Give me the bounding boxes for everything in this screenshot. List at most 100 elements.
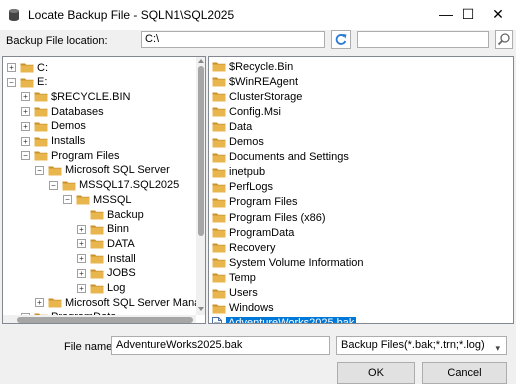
- list-item-label: Users: [229, 287, 258, 299]
- list-item[interactable]: AdventureWorks2025.bak: [212, 317, 357, 323]
- scroll-thumb[interactable]: [17, 317, 193, 323]
- tree-item[interactable]: − MSSQL17.SQL2025: [49, 179, 179, 192]
- folder-icon: [90, 210, 104, 220]
- refresh-button[interactable]: [331, 30, 351, 49]
- location-input[interactable]: C:\: [141, 31, 325, 48]
- list-item[interactable]: inetpub: [212, 166, 265, 179]
- list-item[interactable]: PerfLogs: [212, 181, 273, 194]
- folder-icon: [34, 137, 48, 146]
- tree-vertical-scrollbar[interactable]: [196, 57, 205, 315]
- folder-icon: [48, 298, 62, 308]
- list-item-label: Data: [229, 120, 253, 133]
- tree-item[interactable]: − Microsoft SQL Server: [35, 164, 170, 177]
- tree-item[interactable]: + Installs: [21, 135, 85, 148]
- tree-item[interactable]: + C:: [7, 61, 48, 74]
- list-item[interactable]: $WinREAgent: [212, 75, 298, 88]
- tree-item[interactable]: + Demos: [21, 120, 86, 133]
- folder-tree[interactable]: + C: − E: + $RECYCLE.BIN + Databases + Demos + Inst…: [2, 56, 206, 324]
- expand-icon[interactable]: +: [21, 136, 30, 146]
- tree-item[interactable]: + Install: [77, 252, 136, 265]
- list-item[interactable]: Users: [212, 287, 258, 300]
- expand-icon[interactable]: +: [77, 254, 86, 264]
- scroll-down-icon[interactable]: [198, 307, 204, 311]
- file-name-input[interactable]: AdventureWorks2025.bak: [111, 336, 330, 355]
- expand-icon[interactable]: +: [21, 121, 30, 131]
- collapse-icon[interactable]: −: [63, 195, 72, 205]
- collapse-icon[interactable]: −: [21, 151, 30, 161]
- ok-button[interactable]: OK: [337, 362, 415, 384]
- tree-item-label: Microsoft SQL Server Managem: [65, 296, 205, 309]
- folder-icon: [212, 107, 226, 117]
- cancel-button[interactable]: Cancel: [422, 362, 507, 384]
- collapse-icon[interactable]: −: [49, 180, 58, 190]
- list-item[interactable]: Documents and Settings: [212, 151, 349, 164]
- tree-horizontal-scrollbar[interactable]: [3, 315, 196, 323]
- expand-icon[interactable]: +: [7, 63, 16, 72]
- list-item[interactable]: ProgramData: [212, 226, 294, 239]
- window-title: Locate Backup File - SQLN1\SQL2025: [28, 8, 235, 22]
- tree-item[interactable]: − E:: [7, 76, 47, 89]
- file-type-select[interactable]: Backup Files(*.bak;*.trn;*.log) ▾: [336, 336, 507, 355]
- tree-item-label: Demos: [51, 120, 86, 133]
- list-item[interactable]: Recovery: [212, 241, 275, 254]
- tree-item-label: Install: [107, 252, 136, 265]
- folder-icon: [90, 284, 104, 293]
- folder-icon: [76, 195, 90, 205]
- list-item[interactable]: Program Files (x86): [212, 211, 326, 224]
- close-button[interactable]: ✕: [478, 0, 516, 28]
- tree-item[interactable]: + DATA: [77, 237, 135, 250]
- list-item[interactable]: Config.Msi: [212, 105, 281, 118]
- list-item-label: Temp: [229, 271, 256, 284]
- tree-item[interactable]: + Binn: [77, 223, 129, 236]
- folder-icon: [34, 151, 48, 161]
- file-icon: [212, 317, 222, 323]
- scroll-up-icon[interactable]: [198, 59, 204, 63]
- search-input[interactable]: [357, 31, 489, 48]
- folder-icon: [212, 138, 226, 147]
- folder-icon: [212, 62, 226, 72]
- folder-icon: [20, 63, 34, 73]
- tree-item-label: Program Files: [51, 149, 120, 162]
- list-item[interactable]: Demos: [212, 136, 264, 149]
- tree-item[interactable]: + $RECYCLE.BIN: [21, 90, 130, 103]
- tree-item[interactable]: + Microsoft SQL Server Managem: [35, 296, 205, 309]
- collapse-icon[interactable]: −: [7, 77, 16, 87]
- folder-icon: [90, 269, 104, 279]
- expand-icon[interactable]: +: [35, 298, 44, 308]
- folder-icon: [48, 166, 62, 176]
- list-item[interactable]: ClusterStorage: [212, 90, 302, 103]
- folder-icon: [212, 228, 226, 238]
- expand-icon[interactable]: +: [77, 283, 86, 293]
- tree-item-label: E:: [37, 76, 48, 89]
- folder-icon: [212, 92, 226, 102]
- tree-item-label: DATA: [107, 237, 135, 250]
- tree-item[interactable]: − Program Files: [21, 149, 119, 162]
- tree-item[interactable]: − MSSQL: [63, 193, 132, 206]
- tree-item-label: Microsoft SQL Server: [65, 164, 170, 177]
- expand-icon[interactable]: +: [77, 268, 86, 278]
- tree-item[interactable]: + Log: [77, 282, 125, 295]
- tree-item[interactable]: Backup: [77, 208, 144, 221]
- list-item[interactable]: $Recycle.Bin: [212, 60, 293, 73]
- scroll-thumb[interactable]: [198, 66, 204, 236]
- list-item[interactable]: System Volume Information: [212, 256, 364, 269]
- list-item[interactable]: Data: [212, 120, 252, 133]
- list-item[interactable]: Program Files: [212, 196, 297, 209]
- collapse-icon[interactable]: −: [35, 165, 44, 175]
- folder-icon: [34, 122, 48, 132]
- search-button[interactable]: [495, 30, 513, 49]
- tree-item[interactable]: + Databases: [21, 105, 104, 118]
- list-item[interactable]: Temp: [212, 271, 256, 284]
- file-list[interactable]: $Recycle.Bin $WinREAgent ClusterStorage Con…: [208, 56, 514, 324]
- expand-icon[interactable]: +: [77, 224, 86, 234]
- title-bar: Locate Backup File - SQLN1\SQL2025 — ☐ ✕: [0, 0, 516, 30]
- expand-icon[interactable]: +: [21, 92, 30, 102]
- chevron-down-icon: ▾: [495, 343, 500, 353]
- tree-item[interactable]: + JOBS: [77, 267, 136, 280]
- folder-icon: [34, 92, 48, 102]
- list-item-label: Config.Msi: [229, 105, 281, 118]
- list-item[interactable]: Windows: [212, 302, 274, 315]
- expand-icon[interactable]: +: [21, 107, 30, 117]
- expand-icon[interactable]: +: [77, 239, 86, 249]
